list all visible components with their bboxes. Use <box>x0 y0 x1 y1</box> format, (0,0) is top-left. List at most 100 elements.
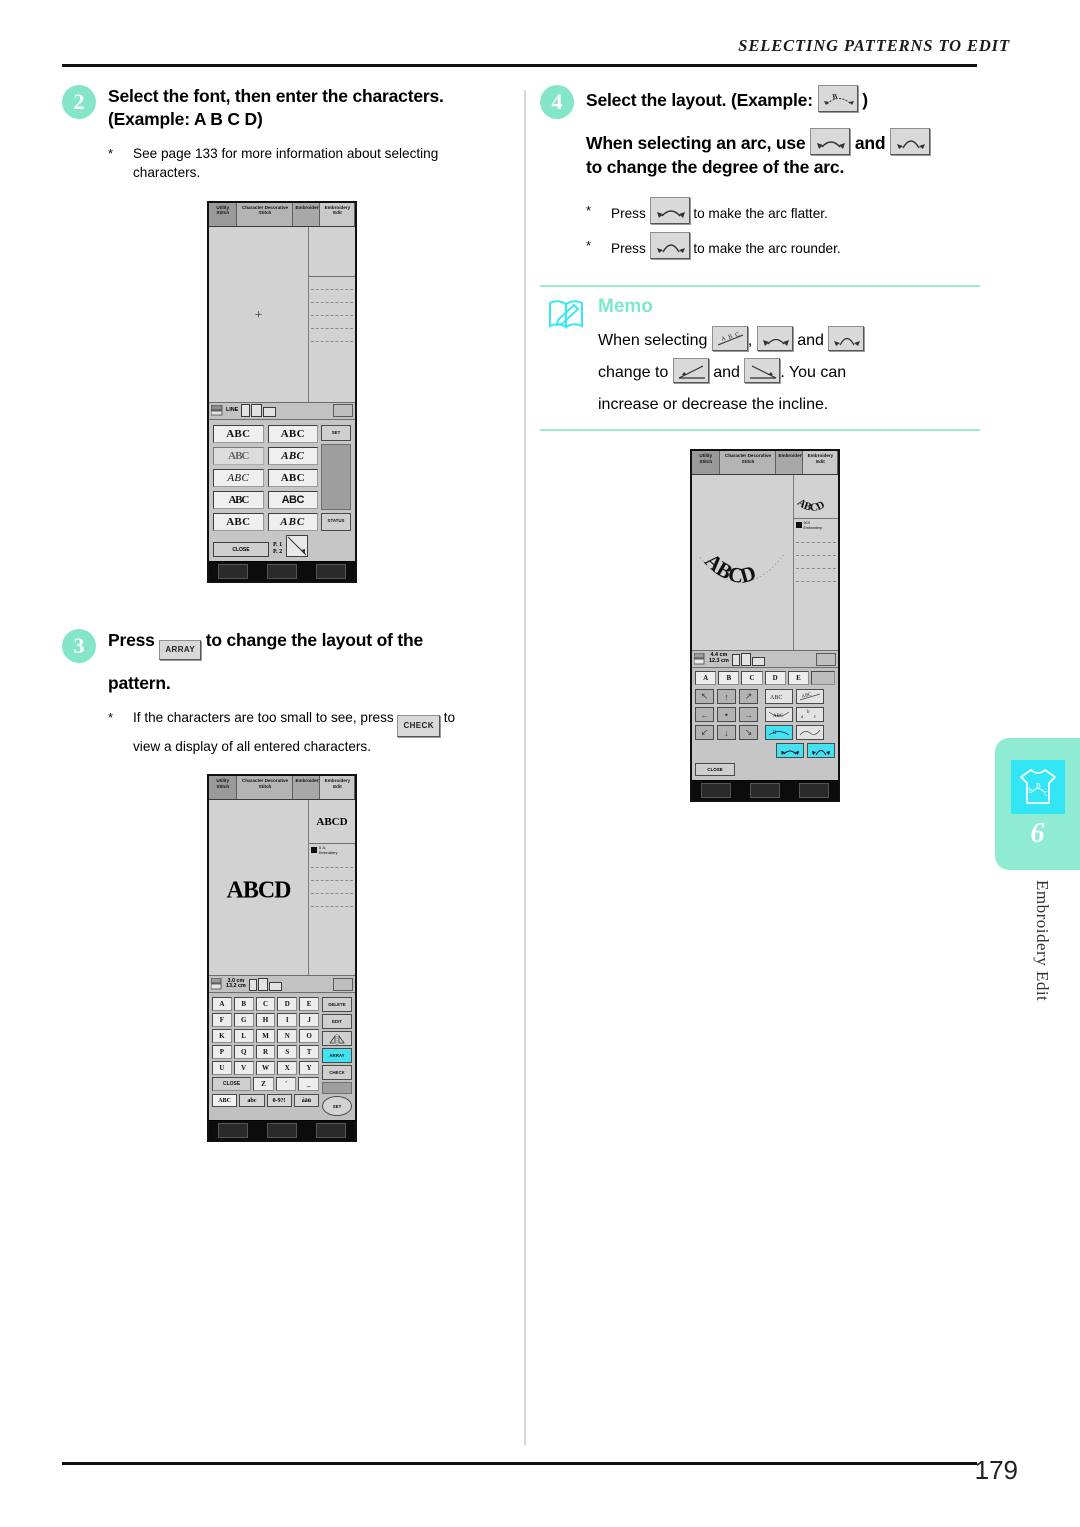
settings-icon[interactable] <box>218 1123 249 1139</box>
keypad-close-button[interactable]: CLOSE <box>212 1077 252 1092</box>
move-left-button[interactable]: ← <box>695 707 714 723</box>
mode-tab-lowercase[interactable]: abc <box>239 1094 265 1108</box>
key-t[interactable]: T <box>299 1045 319 1060</box>
key-e[interactable]: E <box>787 671 810 686</box>
font-next-page-button[interactable] <box>286 534 309 557</box>
array-button[interactable]: ARRAY <box>322 1048 352 1064</box>
arc-layout-icon[interactable]: B <box>817 85 858 112</box>
key-z[interactable]: Z <box>253 1077 274 1092</box>
font-option-7[interactable]: ABC <box>213 490 264 509</box>
lcd-tab-embroidery[interactable]: Embroidery <box>293 202 320 226</box>
lcd-design-area[interactable]: ABCD <box>692 475 794 651</box>
font-option-4[interactable]: ABC <box>267 446 318 465</box>
layout-arc-down-button[interactable]: ABC <box>765 707 793 723</box>
mode-tab-uppercase[interactable]: ABC <box>212 1094 238 1108</box>
key-x[interactable]: X <box>277 1061 298 1076</box>
incline-down-icon[interactable] <box>744 358 781 384</box>
layout-fan-button[interactable]: a b c <box>796 707 824 723</box>
font-option-1[interactable]: ABC <box>213 424 264 443</box>
lcd-design-area[interactable]: ABCD <box>209 800 309 976</box>
set-button[interactable]: SET <box>321 424 351 441</box>
lcd-hoop-button[interactable] <box>816 652 836 666</box>
key-y[interactable]: Y <box>299 1061 319 1076</box>
key-q[interactable]: Q <box>233 1045 254 1060</box>
font-option-9[interactable]: ABC <box>213 512 264 531</box>
key-d[interactable]: D <box>764 671 786 686</box>
key-e[interactable]: E <box>299 997 319 1012</box>
key-s[interactable]: S <box>277 1045 298 1060</box>
lcd-tab-embroidery[interactable]: Embroidery <box>776 451 803 475</box>
arc-flatter-icon[interactable] <box>649 197 690 225</box>
array-key-icon[interactable]: ARRAY <box>159 639 202 661</box>
machine-help-icon[interactable] <box>266 563 297 579</box>
key-i[interactable]: I <box>277 1013 298 1028</box>
key-w[interactable]: W <box>255 1061 276 1076</box>
key-j[interactable]: J <box>299 1013 319 1028</box>
key-g[interactable]: G <box>233 1013 254 1028</box>
color-list-item[interactable]: 9C0 Embroidery <box>794 519 838 530</box>
key-k[interactable]: K <box>212 1029 232 1044</box>
move-right-button[interactable]: → <box>739 707 758 723</box>
key-l[interactable]: L <box>233 1029 254 1044</box>
key-m[interactable]: M <box>255 1029 276 1044</box>
font-option-10[interactable]: ABC <box>267 512 318 531</box>
array-close-button[interactable]: CLOSE <box>695 763 735 777</box>
mode-tab-numbers-symbols[interactable]: 0-9?! <box>266 1094 292 1108</box>
move-up-button[interactable]: ↑ <box>717 689 736 705</box>
move-center-button[interactable]: • <box>717 707 736 723</box>
move-down-button[interactable]: ↓ <box>717 725 736 741</box>
lcd-tab-embroidery-edit[interactable]: Embroidery Edit <box>319 202 355 226</box>
operation-guide-icon[interactable] <box>315 563 346 579</box>
key-a[interactable]: A <box>212 997 232 1012</box>
arc-flatter-icon[interactable] <box>810 128 851 155</box>
color-list-item[interactable]: 5 JL Embroidery <box>309 844 355 855</box>
check-button[interactable]: CHECK <box>322 1065 352 1081</box>
lcd-tab-embroidery-edit[interactable]: Embroidery Edit <box>802 451 838 475</box>
key-c[interactable]: C <box>741 671 763 686</box>
key-u[interactable]: U <box>212 1061 232 1076</box>
lcd-tab-character-decorative-stitch[interactable]: Character Decorative Stitch <box>719 451 777 475</box>
operation-guide-icon[interactable] <box>798 783 829 799</box>
edit-button[interactable]: EDIT <box>322 1014 352 1030</box>
settings-icon[interactable] <box>218 563 249 579</box>
font-option-5[interactable]: ABC <box>213 468 264 487</box>
key-space[interactable]: _ <box>298 1077 319 1092</box>
key-h[interactable]: H <box>255 1013 276 1028</box>
lcd-tab-character-decorative-stitch[interactable]: Character Decorative Stitch <box>236 202 294 226</box>
move-up-left-button[interactable]: ↖ <box>695 689 714 705</box>
font-option-2[interactable]: ABC <box>267 424 318 443</box>
lcd-tab-character-decorative-stitch[interactable]: Character Decorative Stitch <box>236 776 294 800</box>
move-down-right-button[interactable]: ↘ <box>739 725 758 741</box>
lcd-hoop-button[interactable] <box>333 977 353 991</box>
lcd-tab-utility-stitch[interactable]: Utility Stitch <box>692 451 720 475</box>
key-f[interactable]: F <box>212 1013 232 1028</box>
font-option-6[interactable]: ABC <box>267 468 318 487</box>
key-r[interactable]: R <box>255 1045 276 1060</box>
set-button[interactable]: SET <box>322 1096 352 1117</box>
status-button[interactable]: STATUS <box>321 512 351 531</box>
key-v[interactable]: V <box>233 1061 254 1076</box>
machine-help-icon[interactable] <box>749 783 780 799</box>
layout-wave-button[interactable] <box>796 725 824 741</box>
font-close-button[interactable]: CLOSE <box>213 541 269 557</box>
mirror-button[interactable] <box>322 1031 352 1047</box>
key-b[interactable]: B <box>718 671 740 686</box>
lcd-tab-utility-stitch[interactable]: Utility Stitch <box>209 776 237 800</box>
arc-flatter-icon[interactable] <box>756 326 793 352</box>
keypad-side-peek[interactable] <box>811 671 836 686</box>
incline-up-icon[interactable] <box>672 358 709 384</box>
key-a[interactable]: A <box>695 671 717 686</box>
key-b[interactable]: B <box>233 997 254 1012</box>
operation-guide-icon[interactable] <box>315 1123 346 1139</box>
move-down-left-button[interactable]: ↙ <box>695 725 714 741</box>
lcd-design-area[interactable]: + <box>209 226 309 402</box>
arc-rounder-icon[interactable] <box>649 232 690 260</box>
delete-button[interactable]: DELETE <box>322 997 352 1013</box>
incline-abc-icon[interactable]: A B C <box>711 326 748 352</box>
arc-rounder-icon[interactable] <box>828 326 865 352</box>
key-n[interactable]: N <box>277 1029 298 1044</box>
arc-flatter-button[interactable] <box>776 743 804 759</box>
lcd-tab-embroidery-edit[interactable]: Embroidery Edit <box>319 776 355 800</box>
mode-tab-accented[interactable]: àäü <box>293 1094 319 1108</box>
key-o[interactable]: O <box>299 1029 319 1044</box>
